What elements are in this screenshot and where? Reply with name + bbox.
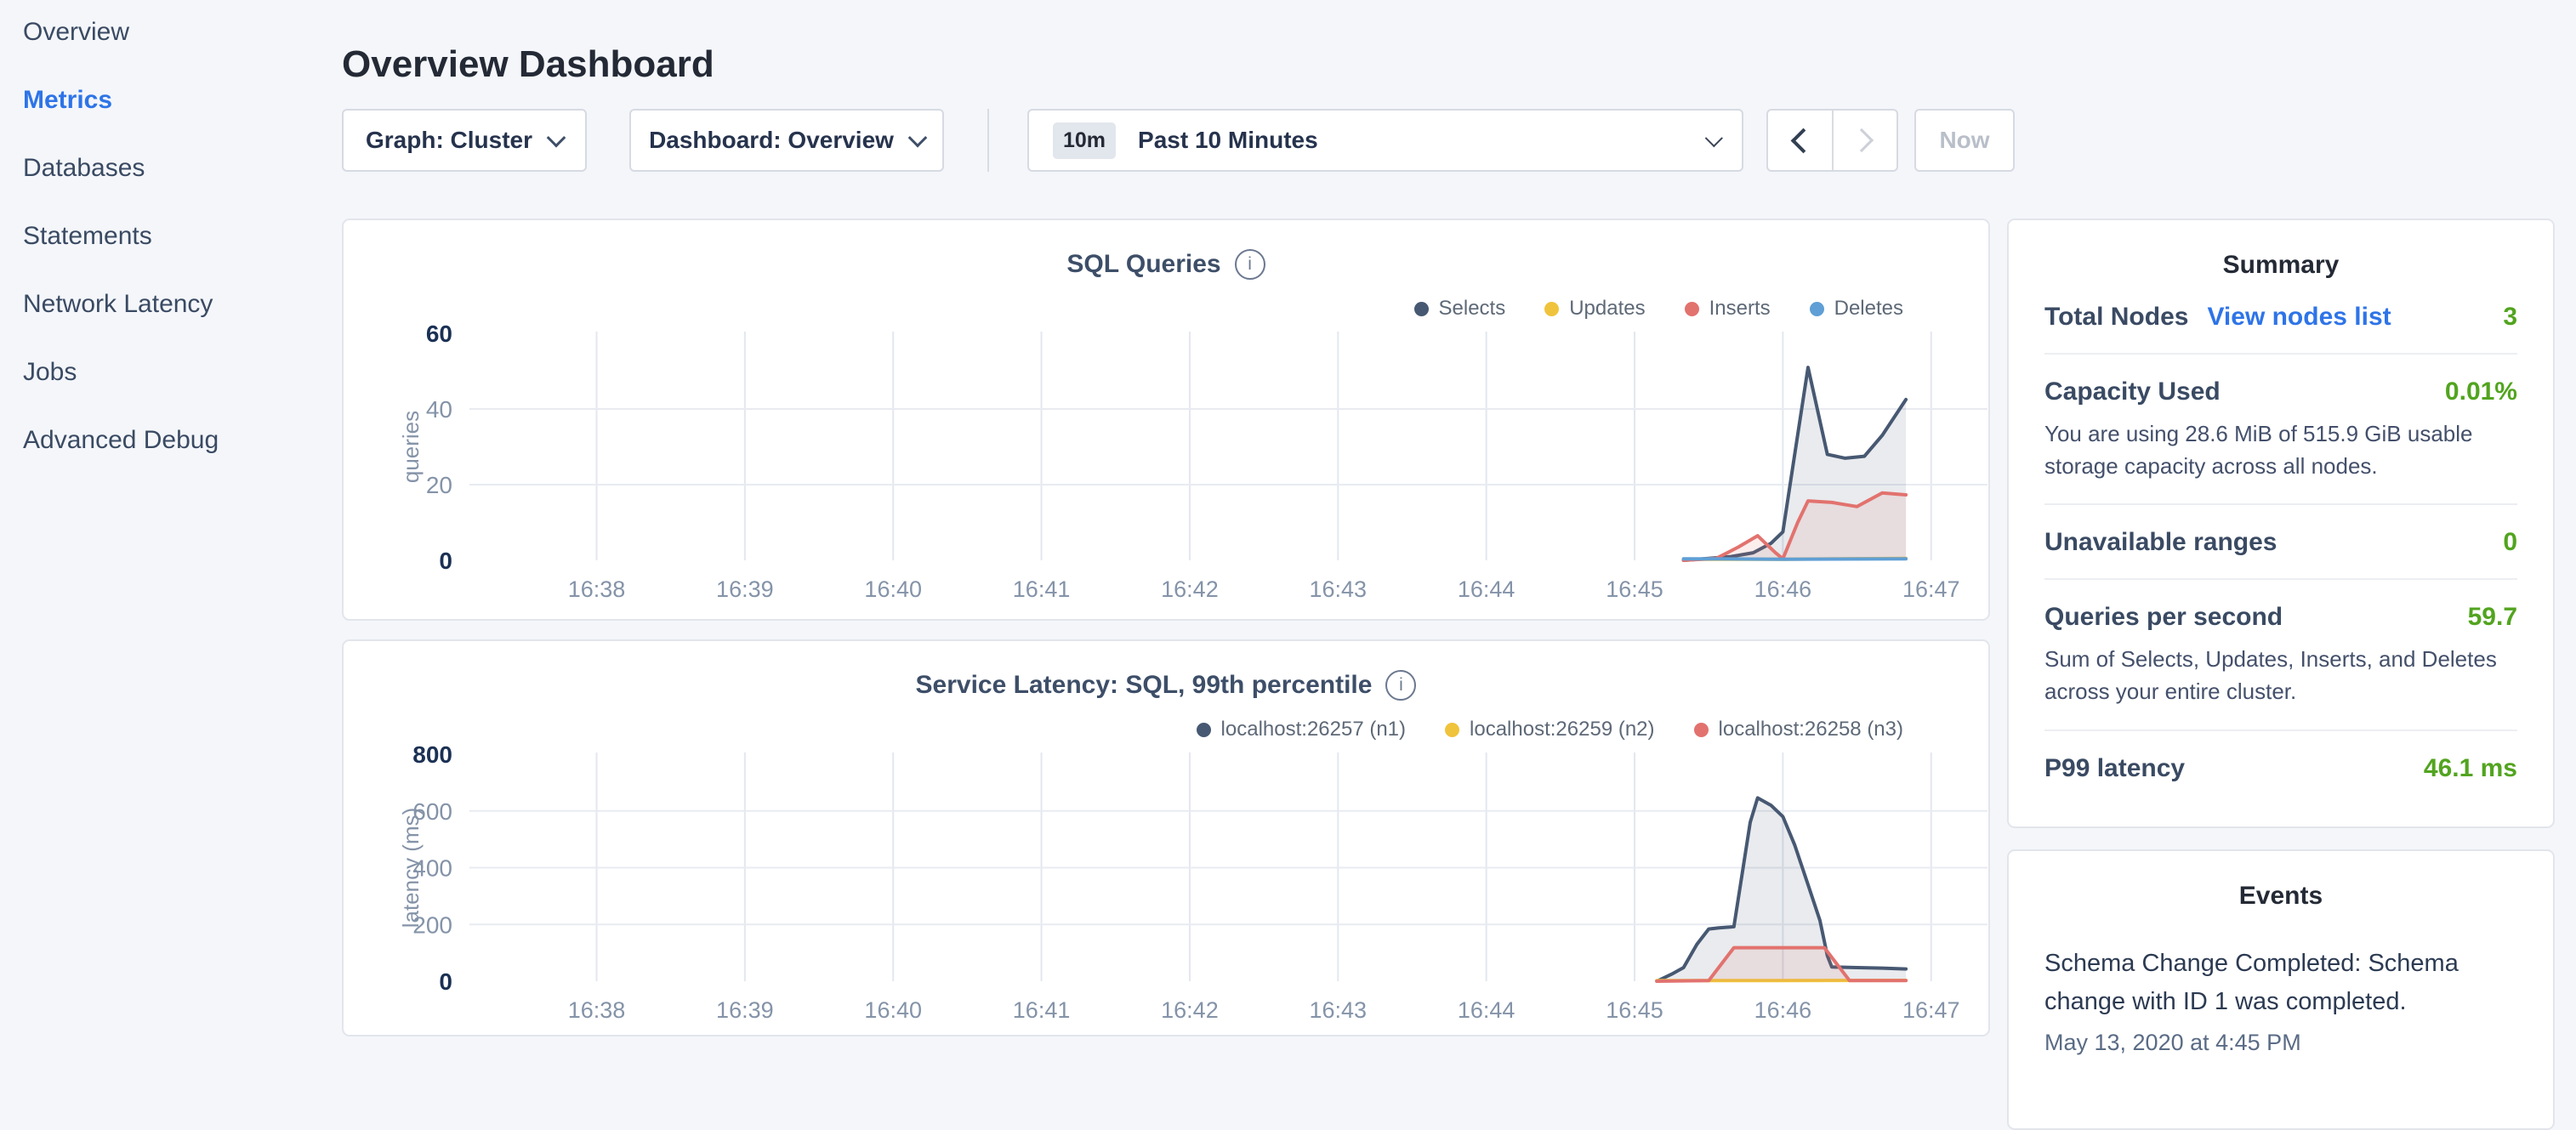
service-latency-chart-card: Service Latency: SQL, 99th percentile i … xyxy=(342,639,1990,1036)
summary-heading: Summary xyxy=(2009,251,2553,280)
summary-value: 3 xyxy=(2503,303,2517,332)
x-tick-label: 16:39 xyxy=(716,997,774,1023)
controls-divider xyxy=(987,109,989,172)
y-tick-label: 0 xyxy=(439,968,452,995)
now-button: Now xyxy=(1914,109,2015,172)
now-button-label: Now xyxy=(1939,127,1989,154)
time-step-back-button[interactable] xyxy=(1768,111,1834,170)
sidebar-item-metrics[interactable]: Metrics xyxy=(0,66,342,134)
x-tick-label: 16:41 xyxy=(1013,997,1071,1023)
x-tick-label: 16:41 xyxy=(1013,576,1071,602)
event-message: Schema Change Completed: Schema change w… xyxy=(2044,945,2517,1021)
summary-value: 0 xyxy=(2503,528,2517,557)
x-tick-label: 16:44 xyxy=(1458,576,1515,602)
summary-row-queries-per-second: Queries per second 59.7 Sum of Selects, … xyxy=(2044,578,2517,729)
y-axis-title: queries xyxy=(398,411,424,483)
y-tick-label: 0 xyxy=(439,548,452,574)
x-tick-label: 16:43 xyxy=(1310,576,1368,602)
sidebar-item-advanced-debug[interactable]: Advanced Debug xyxy=(0,406,342,474)
sidebar-item-network-latency[interactable]: Network Latency xyxy=(0,270,342,338)
summary-row-total-nodes: Total Nodes View nodes list 3 xyxy=(2044,280,2517,353)
x-tick-label: 16:38 xyxy=(568,997,626,1023)
x-tick-label: 16:39 xyxy=(716,576,774,602)
summary-label: Queries per second xyxy=(2044,603,2283,632)
x-tick-label: 16:40 xyxy=(864,997,922,1023)
summary-label: Unavailable ranges xyxy=(2044,528,2277,557)
y-tick-label: 20 xyxy=(426,472,452,498)
event-timestamp: May 13, 2020 at 4:45 PM xyxy=(2044,1030,2517,1056)
service-latency-chart[interactable]: 16:38 16:39 16:40 16:41 16:42 16:43 16:44 16:45… xyxy=(344,641,1988,1035)
time-step-buttons xyxy=(1766,109,1898,172)
summary-row-capacity-used: Capacity Used 0.01% You are using 28.6 M… xyxy=(2044,353,2517,503)
summary-label: Total Nodes xyxy=(2044,303,2188,332)
time-window-label: Past 10 Minutes xyxy=(1138,127,1318,154)
x-tick-label: 16:47 xyxy=(1902,576,1960,602)
chevron-down-icon xyxy=(547,128,566,148)
x-tick-label: 16:46 xyxy=(1754,997,1812,1023)
y-tick-label: 40 xyxy=(426,396,452,423)
summary-value: 0.01% xyxy=(2445,378,2517,406)
y-axis-title: latency (ms) xyxy=(398,808,424,928)
summary-row-unavailable-ranges: Unavailable ranges 0 xyxy=(2044,503,2517,578)
sql-queries-chart-card: SQL Queries i SelectsUpdatesInsertsDelet… xyxy=(342,219,1990,621)
dashboard-dropdown[interactable]: Dashboard: Overview xyxy=(629,109,944,172)
sidebar-item-statements[interactable]: Statements xyxy=(0,202,342,270)
chevron-down-icon xyxy=(1705,129,1723,147)
x-tick-label: 16:45 xyxy=(1606,576,1663,602)
x-tick-label: 16:38 xyxy=(568,576,626,602)
time-window-selector[interactable]: 10m Past 10 Minutes xyxy=(1027,109,1743,172)
x-tick-label: 16:44 xyxy=(1458,997,1515,1023)
page-title: Overview Dashboard xyxy=(342,43,714,86)
graph-source-dropdown[interactable]: Graph: Cluster xyxy=(342,109,587,172)
x-tick-label: 16:47 xyxy=(1902,997,1960,1023)
x-tick-label: 16:42 xyxy=(1161,576,1219,602)
sidebar-nav-list: Overview Metrics Databases Statements Ne… xyxy=(0,0,342,474)
dashboard-dropdown-label: Dashboard: Overview xyxy=(649,127,894,154)
time-step-forward-button xyxy=(1834,111,1897,170)
y-tick-label: 60 xyxy=(426,321,452,347)
chevron-left-icon xyxy=(1790,128,1816,153)
view-nodes-list-link[interactable]: View nodes list xyxy=(2207,303,2391,332)
summary-label: P99 latency xyxy=(2044,754,2185,783)
events-panel: Events Schema Change Completed: Schema c… xyxy=(2007,849,2555,1130)
x-tick-label: 16:42 xyxy=(1161,997,1219,1023)
x-tick-label: 16:43 xyxy=(1310,997,1368,1023)
summary-row-p99-latency: P99 latency 46.1 ms xyxy=(2044,730,2517,804)
x-tick-label: 16:46 xyxy=(1754,576,1812,602)
summary-value: 46.1 ms xyxy=(2424,754,2517,783)
sidebar: Overview Metrics Databases Statements Ne… xyxy=(0,0,342,474)
summary-value: 59.7 xyxy=(2468,603,2517,632)
event-list-item: Schema Change Completed: Schema change w… xyxy=(2044,945,2517,1056)
chevron-right-icon xyxy=(1850,128,1874,152)
summary-description: You are using 28.6 MiB of 515.9 GiB usab… xyxy=(2044,418,2517,482)
summary-label: Capacity Used xyxy=(2044,378,2221,406)
events-heading: Events xyxy=(2009,882,2553,911)
graph-source-dropdown-label: Graph: Cluster xyxy=(366,127,532,154)
x-tick-label: 16:40 xyxy=(864,576,922,602)
chevron-down-icon xyxy=(908,128,928,148)
summary-description: Sum of Selects, Updates, Inserts, and De… xyxy=(2044,644,2517,707)
sql-queries-chart[interactable]: 16:38 16:39 16:40 16:41 16:42 16:43 16:44 16:45… xyxy=(344,220,1988,619)
sidebar-item-databases[interactable]: Databases xyxy=(0,134,342,202)
x-tick-label: 16:45 xyxy=(1606,997,1663,1023)
y-tick-label: 800 xyxy=(412,741,452,768)
sidebar-item-overview[interactable]: Overview xyxy=(0,0,342,66)
time-window-badge: 10m xyxy=(1053,122,1116,159)
summary-panel: Summary Total Nodes View nodes list 3 Ca… xyxy=(2007,219,2555,828)
sidebar-item-jobs[interactable]: Jobs xyxy=(0,338,342,406)
